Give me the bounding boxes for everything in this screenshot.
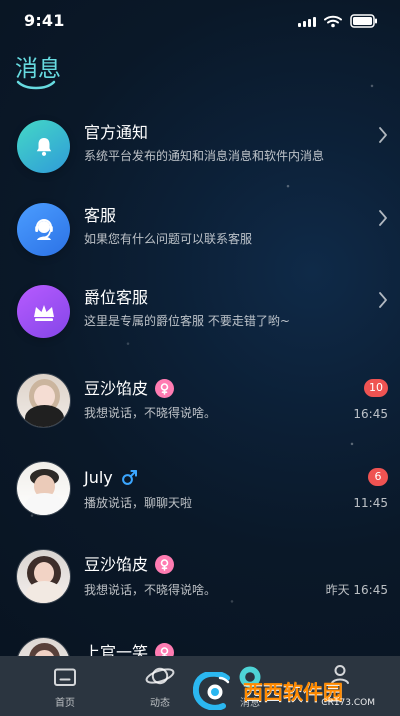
unread-badge: 6 bbox=[368, 468, 388, 486]
chat-name-row: 豆沙馅皮 bbox=[84, 554, 175, 574]
tab-home[interactable]: 首页 bbox=[15, 656, 115, 716]
tab-bar: 首页 动态 消息 bbox=[0, 656, 400, 716]
customer-service-desc: 如果您有什么问题可以联系客服 bbox=[84, 232, 253, 246]
chat-time: 11:45 bbox=[353, 496, 388, 510]
chat-name: 豆沙馅皮 bbox=[84, 378, 149, 398]
page-title: 消息 bbox=[15, 56, 61, 82]
official-notice-desc: 系统平台发布的通知和消息消息和软件内消息 bbox=[84, 149, 325, 163]
avatar[interactable] bbox=[16, 549, 71, 604]
profile-icon bbox=[331, 665, 349, 684]
smile-underline-icon bbox=[16, 80, 56, 90]
tab-profile[interactable] bbox=[290, 656, 390, 716]
tab-message[interactable]: 消息 bbox=[200, 656, 300, 716]
signal-icon bbox=[298, 15, 316, 27]
male-icon bbox=[120, 468, 139, 487]
home-icon bbox=[54, 668, 76, 686]
chat-row[interactable]: 豆沙馅皮 我想说话，不晓得说啥。 昨天 16:45 bbox=[0, 535, 400, 605]
wifi-icon bbox=[324, 15, 342, 28]
crown-icon bbox=[17, 285, 70, 338]
chat-name-row: July bbox=[84, 468, 139, 487]
chat-preview: 我想说话，不晓得说啥。 bbox=[84, 406, 217, 420]
tab-message-label: 消息 bbox=[240, 698, 260, 709]
status-time: 9:41 bbox=[24, 11, 65, 30]
status-bar: 9:41 bbox=[0, 0, 400, 42]
official-notice-row[interactable]: 官方通知 系统平台发布的通知和消息消息和软件内消息 bbox=[0, 112, 400, 182]
chat-time: 16:45 bbox=[353, 407, 388, 421]
status-icons bbox=[298, 14, 378, 28]
official-notice-title: 官方通知 bbox=[84, 123, 149, 142]
chevron-right-icon bbox=[379, 292, 387, 308]
noble-service-row[interactable]: 爵位客服 这里是专属的爵位客服 不要走错了哟~ bbox=[0, 277, 400, 347]
chat-name: July bbox=[84, 467, 113, 487]
tab-home-label: 首页 bbox=[55, 698, 75, 709]
avatar[interactable] bbox=[16, 461, 71, 516]
unread-badge: 10 bbox=[364, 379, 388, 397]
customer-service-row[interactable]: 客服 如果您有什么问题可以联系客服 bbox=[0, 195, 400, 265]
female-icon bbox=[155, 379, 175, 398]
customer-service-title: 客服 bbox=[84, 206, 117, 225]
headset-icon bbox=[17, 203, 70, 256]
bell-icon bbox=[17, 120, 70, 173]
female-icon bbox=[155, 555, 175, 574]
planet-icon bbox=[145, 667, 175, 685]
chat-row[interactable]: July 播放说话，聊聊天啦 6 11:45 bbox=[0, 447, 400, 517]
background-stars bbox=[0, 0, 400, 716]
battery-icon bbox=[350, 14, 378, 28]
avatar[interactable] bbox=[16, 373, 71, 428]
chat-name-row: 豆沙馅皮 bbox=[84, 378, 175, 398]
chevron-right-icon bbox=[379, 127, 387, 143]
chat-preview: 播放说话，聊聊天啦 bbox=[84, 496, 193, 510]
chevron-right-icon bbox=[379, 210, 387, 226]
chat-row[interactable]: 豆沙馅皮 我想说话，不晓得说啥。 10 16:45 bbox=[0, 359, 400, 429]
tab-feed[interactable]: 动态 bbox=[110, 656, 210, 716]
tab-feed-label: 动态 bbox=[150, 698, 170, 709]
chat-name: 豆沙馅皮 bbox=[84, 554, 149, 574]
noble-service-desc: 这里是专属的爵位客服 不要走错了哟~ bbox=[84, 314, 290, 328]
chat-preview: 我想说话，不晓得说啥。 bbox=[84, 583, 217, 597]
chat-time: 昨天 16:45 bbox=[325, 583, 388, 597]
message-icon bbox=[239, 666, 261, 688]
noble-service-title: 爵位客服 bbox=[84, 288, 149, 307]
